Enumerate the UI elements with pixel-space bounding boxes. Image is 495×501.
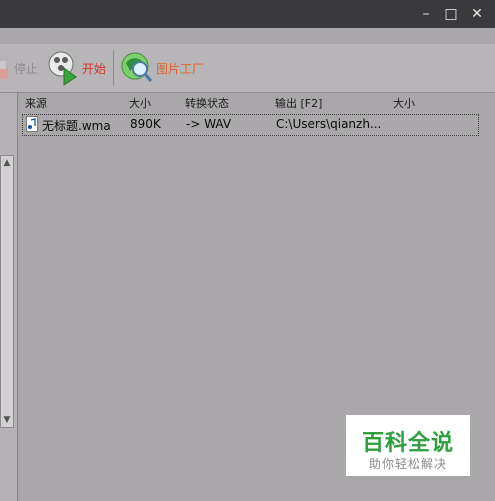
maximize-button[interactable]: □ — [440, 4, 462, 24]
image-factory-icon — [121, 52, 153, 82]
watermark-title: 百科全说 — [361, 431, 454, 456]
watermark: 百科全说 助你轻松解决 — [346, 415, 470, 476]
start-label: 开始 — [82, 61, 107, 76]
stop-label: 停止 — [14, 61, 39, 76]
image-factory-button[interactable]: 图片工厂 — [120, 48, 204, 88]
image-factory-label: 图片工厂 — [156, 61, 205, 76]
cell-status: -> WAV — [186, 117, 232, 131]
cell-output: C:\Users\qianzh... — [276, 117, 382, 131]
watermark-subtitle: 助你轻松解决 — [368, 457, 447, 471]
column-header-output[interactable]: 输出 [F2] — [275, 95, 322, 111]
stop-icon — [0, 61, 8, 79]
close-button[interactable]: ✕ — [466, 4, 488, 24]
cell-source: 无标题.wma — [42, 119, 111, 133]
minimize-icon: – — [422, 6, 430, 22]
scroll-down-icon[interactable]: ▼ — [1, 413, 13, 427]
close-icon: ✕ — [471, 6, 483, 22]
minimize-button[interactable]: – — [415, 4, 437, 24]
title-bar: – □ ✕ — [0, 0, 495, 28]
scroll-up-icon[interactable]: ▲ — [1, 156, 13, 170]
left-scrollbar[interactable]: ▲ ▼ — [0, 155, 14, 428]
toolbar-separator — [113, 50, 114, 86]
stop-button[interactable]: 停止 — [0, 48, 38, 88]
audio-file-icon — [26, 116, 38, 132]
column-header-source[interactable]: 来源 — [25, 95, 47, 111]
start-icon — [48, 51, 77, 86]
column-header-output-size[interactable]: 大小 — [393, 95, 415, 111]
maximize-icon: □ — [444, 6, 458, 22]
cell-size: 890K — [130, 117, 161, 131]
column-header-status[interactable]: 转换状态 — [185, 95, 229, 111]
column-header-size[interactable]: 大小 — [129, 95, 151, 111]
start-button[interactable]: 开始 — [46, 48, 106, 88]
toolbar: 停止 开始 图片工厂 — [0, 44, 495, 93]
